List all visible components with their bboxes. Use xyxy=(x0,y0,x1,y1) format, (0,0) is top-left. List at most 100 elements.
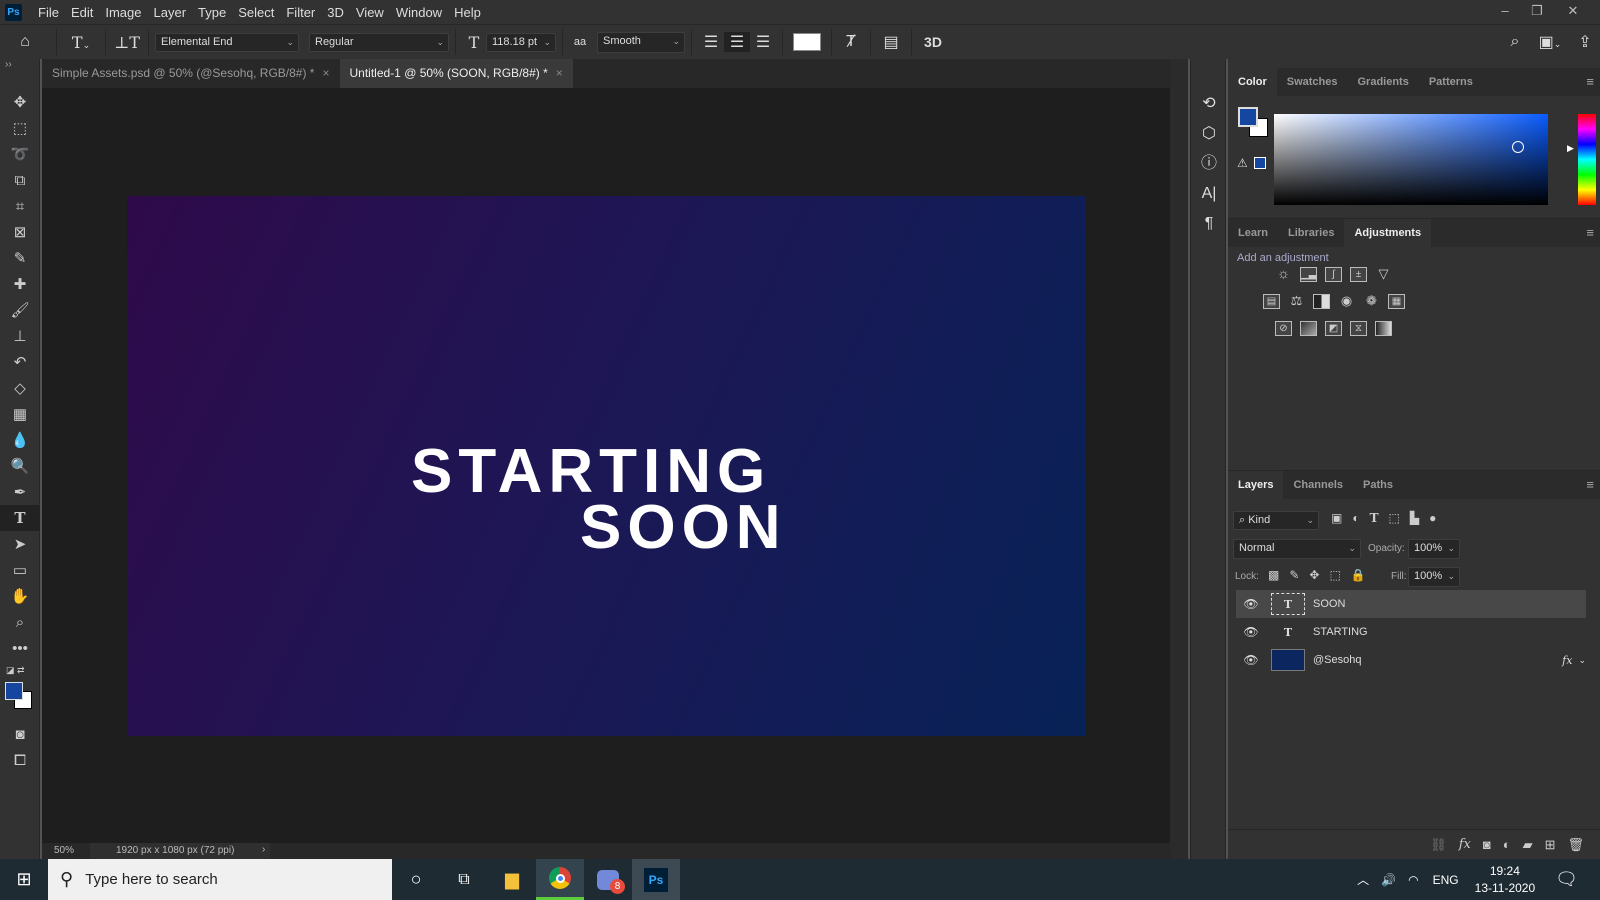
add-mask-icon[interactable]: ◙ xyxy=(1483,837,1491,852)
layer-name[interactable]: @Sesohq xyxy=(1313,654,1361,666)
search-icon[interactable]: ⌕ xyxy=(1500,33,1530,51)
info-panel-icon[interactable]: ⓘ xyxy=(1191,149,1227,179)
dodge-tool-icon[interactable]: 🔍 xyxy=(0,453,40,479)
layer-row-sesohq[interactable]: 👁 @Sesohq fx ⌄ xyxy=(1236,646,1586,674)
foreground-color[interactable] xyxy=(5,682,23,700)
language-indicator[interactable]: ENG xyxy=(1433,873,1459,887)
tab-swatches[interactable]: Swatches xyxy=(1277,68,1348,96)
hue-slider[interactable] xyxy=(1578,114,1596,205)
show-hidden-icons[interactable]: ︿ xyxy=(1357,871,1369,888)
menu-image[interactable]: Image xyxy=(99,5,147,20)
visibility-eye-icon[interactable]: 👁 xyxy=(1236,653,1266,667)
antialias-dropdown[interactable]: Smooth ⌄ xyxy=(597,31,685,53)
color-balance-icon[interactable]: ⚖ xyxy=(1288,294,1305,309)
chrome-icon[interactable] xyxy=(536,859,584,900)
menu-select[interactable]: Select xyxy=(232,5,280,20)
lock-transparency-icon[interactable]: ▩ xyxy=(1268,568,1279,582)
discord-icon[interactable]: 8 xyxy=(584,859,632,900)
link-layers-icon[interactable]: ⛓ xyxy=(1430,837,1447,853)
taskbar-search-box[interactable]: ⚲ Type here to search xyxy=(48,859,392,900)
paragraph-panel-icon[interactable]: ¶ xyxy=(1191,209,1227,239)
fill-field[interactable]: 100% ⌄ xyxy=(1408,567,1460,587)
blur-tool-icon[interactable]: 💧 xyxy=(0,427,40,453)
type-tool-icon[interactable]: T xyxy=(0,505,40,531)
lasso-tool-icon[interactable]: ➰ xyxy=(0,141,40,167)
panel-menu-icon[interactable]: ≡ xyxy=(1586,477,1594,492)
task-view-icon[interactable]: ⧉ xyxy=(440,859,488,900)
layer-filter-dropdown[interactable]: ⌕ Kind ⌄ xyxy=(1233,511,1319,530)
filter-pixel-icon[interactable]: ▣ xyxy=(1331,511,1342,525)
levels-icon[interactable]: ▁▃ xyxy=(1300,267,1317,282)
hand-tool-icon[interactable]: ✋ xyxy=(0,583,40,609)
photoshop-taskbar-icon[interactable]: Ps xyxy=(632,859,680,900)
status-arrow-icon[interactable]: › xyxy=(262,844,265,855)
wifi-icon[interactable]: ◠ xyxy=(1408,873,1418,887)
panel-menu-icon[interactable]: ≡ xyxy=(1586,225,1594,240)
default-colors-icon[interactable]: ◪ ⇄ xyxy=(6,665,25,676)
font-family-dropdown[interactable]: Elemental End ⌄ xyxy=(155,32,299,52)
hue-saturation-icon[interactable]: ▤ xyxy=(1263,294,1280,309)
move-tool-icon[interactable]: ✥ xyxy=(0,89,40,115)
lock-pixels-icon[interactable]: ✎ xyxy=(1289,568,1299,582)
new-adjustment-layer-icon[interactable]: ◐ xyxy=(1503,837,1511,852)
menu-window[interactable]: Window xyxy=(390,5,448,20)
menu-view[interactable]: View xyxy=(350,5,390,20)
file-explorer-icon[interactable]: ▆ xyxy=(488,859,536,900)
toggle-text-orientation-icon[interactable]: ⊥T xyxy=(112,33,142,52)
pen-tool-icon[interactable]: ✒ xyxy=(0,479,40,505)
panel-menu-icon[interactable]: ≡ xyxy=(1586,74,1594,89)
hue-slider-handle[interactable]: ▶ xyxy=(1567,143,1574,154)
brush-tool-icon[interactable]: 🖌 xyxy=(0,297,40,323)
invert-icon[interactable]: ⊘ xyxy=(1275,321,1292,336)
tab-color[interactable]: Color xyxy=(1228,68,1277,96)
new-group-icon[interactable]: ▰ xyxy=(1523,837,1533,853)
eraser-tool-icon[interactable]: ◇ xyxy=(0,375,40,401)
gradient-map-icon[interactable] xyxy=(1375,321,1392,336)
notifications-icon[interactable]: 🗨 xyxy=(1555,869,1578,890)
eyedropper-tool-icon[interactable]: ✎ xyxy=(0,245,40,271)
delete-layer-icon[interactable]: 🗑 xyxy=(1567,837,1584,853)
crop-tool-icon[interactable]: ⌗ xyxy=(0,193,40,219)
menu-edit[interactable]: Edit xyxy=(65,5,99,20)
channel-mixer-icon[interactable]: ❁ xyxy=(1363,294,1380,309)
stamp-tool-icon[interactable]: ⊥ xyxy=(0,323,40,349)
blend-mode-dropdown[interactable]: Normal ⌄ xyxy=(1233,539,1361,559)
filter-shape-icon[interactable]: ⬚ xyxy=(1389,511,1400,525)
filter-toggle-icon[interactable]: ● xyxy=(1429,511,1436,525)
menu-layer[interactable]: Layer xyxy=(148,5,193,20)
tab-layers[interactable]: Layers xyxy=(1228,471,1284,499)
tab-libraries[interactable]: Libraries xyxy=(1278,219,1344,247)
healing-brush-tool-icon[interactable]: ✚ xyxy=(0,271,40,297)
photo-filter-icon[interactable]: ◉ xyxy=(1338,294,1355,309)
history-brush-tool-icon[interactable]: ↶ xyxy=(0,349,40,375)
menu-file[interactable]: File xyxy=(32,5,65,20)
menu-3d[interactable]: 3D xyxy=(321,5,350,20)
type-tool-preset-icon[interactable]: T⌄ xyxy=(63,33,99,52)
add-layer-style-icon[interactable]: fx xyxy=(1459,837,1471,852)
opacity-field[interactable]: 100% ⌄ xyxy=(1408,539,1460,559)
tab-untitled-1[interactable]: Untitled-1 @ 50% (SOON, RGB/8#) * × xyxy=(339,59,573,88)
text-color-swatch[interactable] xyxy=(793,33,821,51)
color-field[interactable] xyxy=(1274,114,1548,205)
3d-panel-icon[interactable]: ⬡ xyxy=(1191,119,1227,149)
foreground-color-swatch[interactable] xyxy=(1238,107,1258,127)
layer-row-starting[interactable]: 👁 T STARTING xyxy=(1236,618,1586,646)
home-icon[interactable]: ⌂ xyxy=(0,33,50,51)
layer-name[interactable]: SOON xyxy=(1313,598,1345,610)
close-button[interactable]: ✕ xyxy=(1558,0,1588,24)
vertical-scrollbar[interactable] xyxy=(1170,59,1188,859)
gamut-color[interactable] xyxy=(1254,157,1266,169)
menu-type[interactable]: Type xyxy=(192,5,232,20)
vibrance-icon[interactable]: ▽ xyxy=(1375,267,1392,282)
close-tab-icon[interactable]: × xyxy=(322,66,329,80)
clock[interactable]: 19:24 13-11-2020 xyxy=(1475,863,1536,897)
tab-simple-assets[interactable]: Simple Assets.psd @ 50% (@Sesohq, RGB/8#… xyxy=(42,59,340,88)
more-tools-icon[interactable]: ••• xyxy=(0,635,40,661)
gradient-tool-icon[interactable]: ▦ xyxy=(0,401,40,427)
character-panel-icon[interactable]: ▤ xyxy=(877,32,905,52)
align-right-icon[interactable]: ☰ xyxy=(750,32,776,52)
path-select-tool-icon[interactable]: ➤ xyxy=(0,531,40,557)
screen-mode-icon[interactable]: ⧠ xyxy=(0,747,40,773)
tab-paths[interactable]: Paths xyxy=(1353,471,1403,499)
threshold-icon[interactable]: ◩ xyxy=(1325,321,1342,336)
